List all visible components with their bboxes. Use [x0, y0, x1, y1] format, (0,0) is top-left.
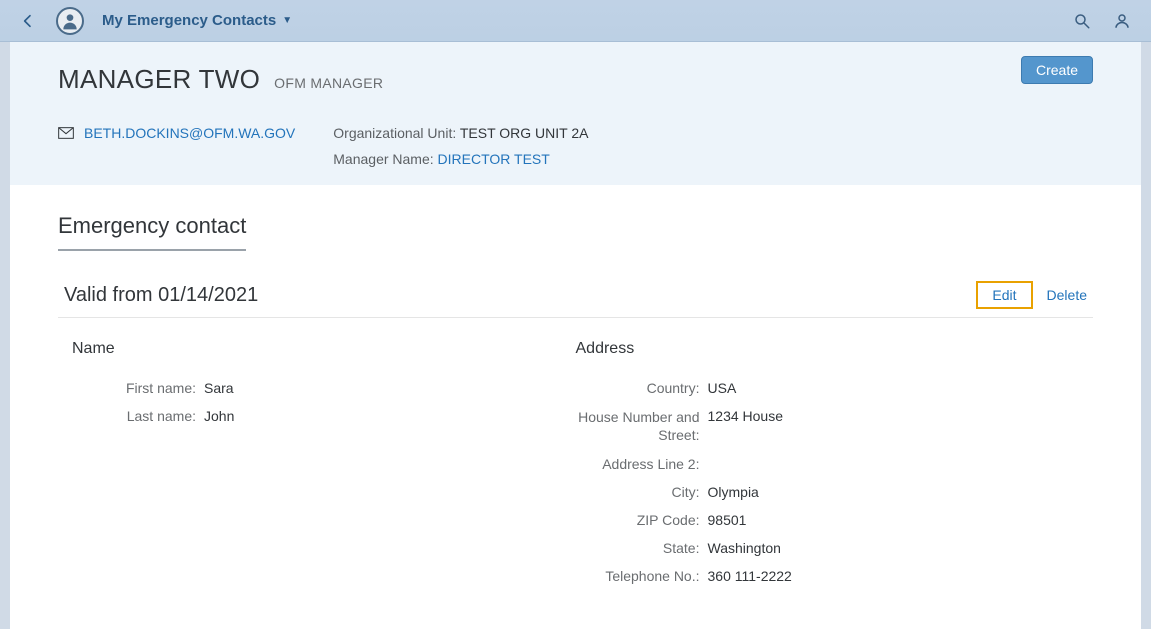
tel-value: 360 111-2222	[708, 568, 792, 584]
mail-icon	[58, 127, 74, 139]
city-label: City:	[576, 484, 708, 500]
tel-label: Telephone No.:	[576, 568, 708, 584]
addr2-label: Address Line 2:	[576, 456, 708, 472]
delete-button[interactable]: Delete	[1047, 287, 1087, 303]
app-title-text: My Emergency Contacts	[102, 12, 276, 29]
search-icon	[1073, 12, 1091, 30]
chevron-left-icon	[20, 13, 36, 29]
app-logo	[56, 7, 84, 35]
address-column: Address Country: USA House Number and St…	[576, 340, 1080, 596]
last-name-label: Last name:	[72, 408, 204, 424]
header-section: MANAGER TWO OFM MANAGER Create BETH.DOCK…	[10, 42, 1141, 185]
app-title-dropdown[interactable]: My Emergency Contacts ▼	[102, 12, 292, 29]
create-button[interactable]: Create	[1021, 56, 1093, 84]
name-column: Name First name: Sara Last name: John	[72, 340, 576, 596]
name-heading: Name	[72, 340, 576, 358]
record-header: Valid from 01/14/2021 Edit Delete	[58, 281, 1093, 318]
valid-from-text: Valid from 01/14/2021	[64, 284, 258, 307]
user-button[interactable]	[1111, 10, 1133, 32]
chevron-down-icon: ▼	[282, 15, 292, 26]
first-name-label: First name:	[72, 380, 204, 396]
seal-icon	[60, 11, 80, 31]
state-value: Washington	[708, 540, 781, 556]
topbar: My Emergency Contacts ▼	[0, 0, 1151, 42]
first-name-value: Sara	[204, 380, 234, 396]
street-value: 1234 House	[708, 408, 784, 444]
country-label: Country:	[576, 380, 708, 396]
tab-emergency-contact[interactable]: Emergency contact	[58, 213, 246, 251]
manager-name-link[interactable]: DIRECTOR TEST	[438, 151, 550, 167]
street-label: House Number and Street:	[576, 408, 708, 444]
content-section: Emergency contact Valid from 01/14/2021 …	[10, 185, 1141, 596]
zip-value: 98501	[708, 512, 747, 528]
country-value: USA	[708, 380, 737, 396]
edit-button[interactable]: Edit	[976, 281, 1032, 309]
person-role: OFM MANAGER	[274, 75, 383, 91]
search-button[interactable]	[1071, 10, 1093, 32]
page: MANAGER TWO OFM MANAGER Create BETH.DOCK…	[10, 42, 1141, 629]
email-link[interactable]: BETH.DOCKINS@OFM.WA.GOV	[84, 125, 295, 141]
user-icon	[1113, 12, 1131, 30]
last-name-value: John	[204, 408, 234, 424]
back-button[interactable]	[18, 11, 38, 31]
org-unit-label: Organizational Unit:	[333, 125, 456, 141]
zip-label: ZIP Code:	[576, 512, 708, 528]
city-value: Olympia	[708, 484, 759, 500]
page-title: MANAGER TWO	[58, 64, 260, 95]
address-heading: Address	[576, 340, 1080, 358]
manager-name-label: Manager Name:	[333, 151, 433, 167]
org-unit-value: TEST ORG UNIT 2A	[460, 125, 589, 141]
state-label: State:	[576, 540, 708, 556]
